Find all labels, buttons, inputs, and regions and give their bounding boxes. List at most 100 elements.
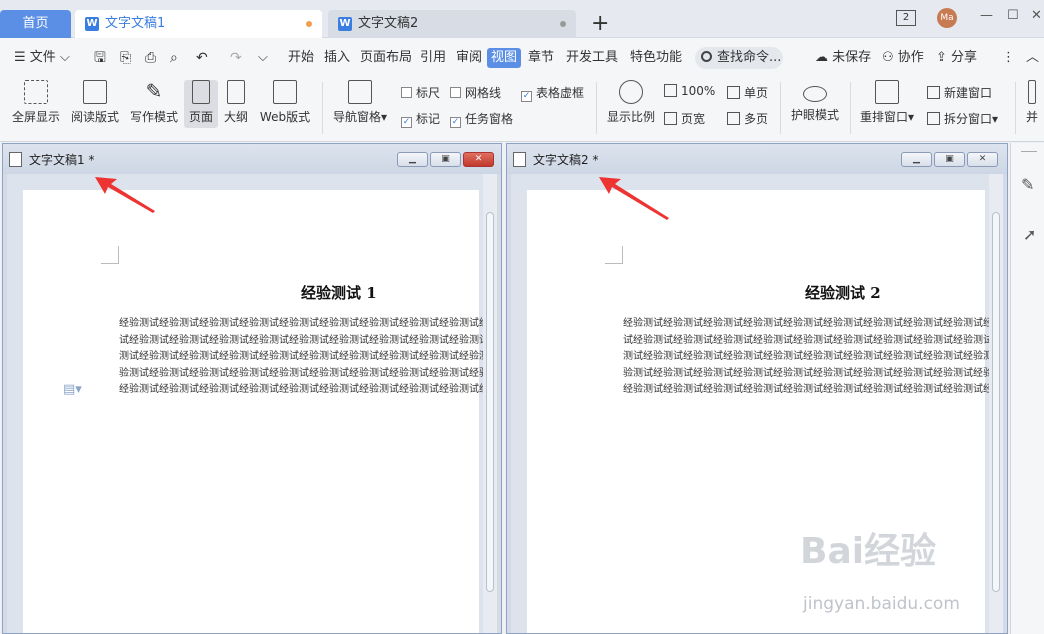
window-title: 文字文稿2 * — [533, 153, 599, 167]
panel-grip-icon — [1021, 151, 1037, 152]
edit-pen-icon[interactable]: ✎ — [1021, 175, 1034, 194]
task-pane-checkbox[interactable]: ✓ 任务窗格 — [450, 110, 513, 128]
writing-mode-button[interactable]: ✎ 写作模式 — [128, 80, 180, 125]
document-body[interactable]: 经验测试经验测试经验测试经验测试经验测试经验测试经验测试经验测试经验测试经验测试… — [119, 316, 485, 399]
menu-bar: ☰ 文件 ⌵ 🖫 ⎘ ⎙ ⌕ ↶ ↷ ⌵ 开始 插入 页面布局 引用 审阅 视图… — [0, 38, 1044, 76]
single-page-icon — [727, 86, 740, 99]
menu-view[interactable]: 视图 — [487, 48, 522, 68]
gridlines-checkbox[interactable]: 网格线 — [450, 84, 501, 101]
outline-button[interactable]: 大纲 — [222, 80, 250, 125]
zoom-icon — [619, 80, 643, 104]
collab-button[interactable]: ⚇ 协作 — [882, 48, 924, 68]
table-gridlines-checkbox[interactable]: ✓ 表格虚框 — [521, 84, 584, 102]
close-button[interactable]: ✕ — [463, 152, 494, 167]
more-icon[interactable]: ⋮ — [1002, 48, 1015, 68]
multi-page-button[interactable]: 多页 — [727, 110, 768, 127]
document-heading: 经验测试 2 — [805, 284, 881, 302]
redo-icon[interactable]: ↷ — [230, 48, 242, 68]
unsaved-button[interactable]: ☁ 未保存 — [815, 48, 871, 68]
divider — [322, 82, 323, 134]
checkbox-box — [450, 87, 461, 98]
export-icon[interactable]: ⎘ — [120, 48, 131, 68]
print-icon[interactable]: ⎙ — [145, 48, 156, 68]
multi-page-icon — [727, 112, 740, 125]
person-icon: ⚇ — [882, 50, 898, 65]
zoom-100-button[interactable]: 100% — [664, 84, 715, 98]
fullscreen-button[interactable]: 全屏显示 — [10, 80, 62, 125]
quick-access-dropdown-icon[interactable]: ⌵ — [258, 48, 268, 68]
rearrange-windows-button[interactable]: 重排窗口▾ — [856, 80, 918, 125]
tab-doc2[interactable]: W 文字文稿2 — [328, 10, 576, 38]
merge-button[interactable]: 并 — [1022, 80, 1042, 125]
page-width-button[interactable]: 页宽 — [664, 110, 705, 127]
vertical-scrollbar[interactable] — [483, 174, 497, 633]
checkmark-icon: ✓ — [401, 117, 412, 128]
print-preview-icon[interactable]: ⌕ — [170, 48, 178, 68]
page-view-button[interactable]: 页面 — [184, 80, 218, 128]
window-titlebar[interactable]: 文字文稿2 * ▁ ▣ ✕ — [507, 144, 1007, 174]
document-body[interactable]: 经验测试经验测试经验测试经验测试经验测试经验测试经验测试经验测试经验测试经验测试… — [623, 316, 991, 399]
unsaved-dot-icon — [560, 21, 566, 27]
tab-home[interactable]: 首页 — [0, 10, 71, 38]
ruler-checkbox[interactable]: 标尺 — [401, 84, 440, 101]
zoom-button[interactable]: 显示比例 — [604, 80, 658, 125]
menu-layout[interactable]: 页面布局 — [360, 48, 412, 68]
marks-checkbox[interactable]: ✓ 标记 — [401, 110, 440, 128]
new-window-button[interactable]: 新建窗口 — [927, 84, 992, 101]
window-count-badge[interactable]: 2 — [896, 10, 916, 26]
divider — [596, 82, 597, 134]
reading-mode-button[interactable]: 阅读版式 — [70, 80, 120, 125]
save-icon[interactable]: 🖫 — [94, 48, 106, 68]
share-button[interactable]: ⇪ 分享 — [936, 48, 977, 68]
menu-start[interactable]: 开始 — [288, 48, 314, 68]
document-icon — [513, 152, 526, 167]
ribbon: 全屏显示 阅读版式 ✎ 写作模式 页面 大纲 Web版式 导航窗格▾ 标尺 网格线… — [0, 76, 1044, 142]
paragraph-marker-icon[interactable]: ▤▾ — [63, 382, 82, 397]
avatar[interactable]: Ma — [937, 8, 957, 28]
maximize-button[interactable]: ☐ — [1007, 8, 1019, 23]
scrollbar-thumb[interactable] — [992, 212, 1000, 592]
cursor-icon[interactable]: ➚ — [1023, 225, 1036, 244]
nav-pane-button[interactable]: 导航窗格▾ — [330, 80, 390, 125]
web-layout-button[interactable]: Web版式 — [258, 80, 312, 125]
divider — [1015, 82, 1016, 134]
document-heading: 经验测试 1 — [301, 284, 377, 302]
hamburger-icon: ☰ — [14, 50, 30, 65]
red-arrow-annotation — [599, 177, 669, 220]
undo-icon[interactable]: ↶ — [196, 48, 208, 68]
eye-protection-button[interactable]: 护眼模式 — [788, 80, 842, 123]
menu-chapter[interactable]: 章节 — [528, 48, 554, 68]
checkmark-icon: ✓ — [521, 91, 532, 102]
menu-file[interactable]: ☰ 文件 ⌵ — [14, 48, 70, 68]
document-page[interactable]: 经验测试 1 经验测试经验测试经验测试经验测试经验测试经验测试经验测试经验测试经… — [23, 190, 485, 633]
close-button[interactable]: ✕ — [1031, 8, 1042, 23]
command-search[interactable]: 查找命令... — [695, 47, 783, 69]
restore-button[interactable]: ▣ — [934, 152, 965, 167]
menu-review[interactable]: 审阅 — [456, 48, 482, 68]
menu-insert[interactable]: 插入 — [324, 48, 350, 68]
split-window-icon — [927, 112, 940, 125]
tab-doc1[interactable]: W 文字文稿1 — [75, 10, 322, 38]
wps-writer-icon: W — [85, 17, 99, 31]
rearrange-icon — [875, 80, 899, 104]
menu-features[interactable]: 特色功能 — [630, 48, 682, 68]
page-area[interactable]: 经验测试 1 经验测试经验测试经验测试经验测试经验测试经验测试经验测试经验测试经… — [7, 174, 497, 633]
collapse-ribbon-icon[interactable]: ︿ — [1026, 48, 1039, 68]
document-icon — [9, 152, 22, 167]
minimize-button[interactable]: ▁ — [901, 152, 932, 167]
restore-button[interactable]: ▣ — [430, 152, 461, 167]
window-titlebar[interactable]: 文字文稿1 * ▁ ▣ ✕ — [3, 144, 501, 174]
menu-references[interactable]: 引用 — [420, 48, 446, 68]
single-page-button[interactable]: 单页 — [727, 84, 768, 101]
eye-icon — [803, 86, 827, 102]
scrollbar-thumb[interactable] — [486, 212, 494, 592]
vertical-scrollbar[interactable] — [989, 174, 1003, 633]
tab-doc1-label: 文字文稿1 — [105, 16, 166, 31]
split-window-button[interactable]: 拆分窗口▾ — [927, 110, 998, 127]
close-button[interactable]: ✕ — [967, 152, 998, 167]
minimize-button[interactable]: ▁ — [397, 152, 428, 167]
menu-devtools[interactable]: 开发工具 — [566, 48, 618, 68]
minimize-button[interactable]: — — [980, 8, 993, 23]
checkbox-box — [401, 87, 412, 98]
new-tab-button[interactable]: + — [591, 12, 609, 36]
